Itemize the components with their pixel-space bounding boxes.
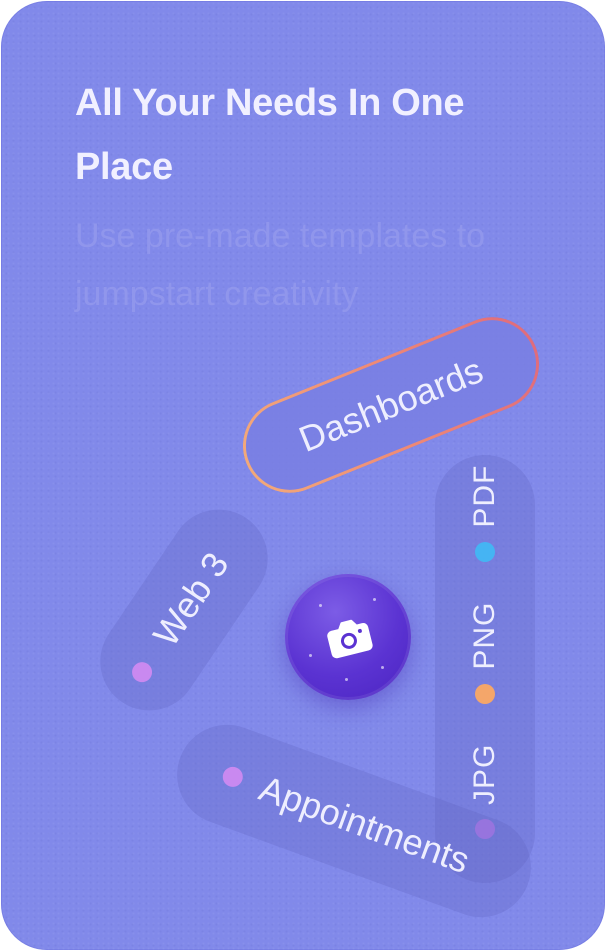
web3-label: Web 3	[144, 544, 237, 654]
pdf-label: PDF	[468, 464, 501, 528]
png-dot	[475, 683, 495, 704]
appointments-dot	[219, 764, 246, 790]
feature-card: All Your Needs In One Place Use pre-made…	[1, 1, 605, 950]
web3-dot	[128, 658, 156, 687]
pdf-dot	[475, 541, 495, 562]
sparkle	[373, 598, 376, 601]
png-label: PNG	[468, 601, 501, 670]
card-title: All Your Needs In One Place	[75, 82, 465, 188]
camera-badge	[285, 574, 411, 700]
card-subtitle: Use pre-made templates to jumpstart crea…	[75, 217, 486, 313]
camera-icon	[327, 619, 373, 659]
sparkle	[309, 654, 312, 657]
jpg-label: JPG	[468, 743, 501, 805]
sparkle	[319, 604, 322, 607]
sparkle	[381, 666, 384, 669]
sparkle	[345, 678, 348, 681]
